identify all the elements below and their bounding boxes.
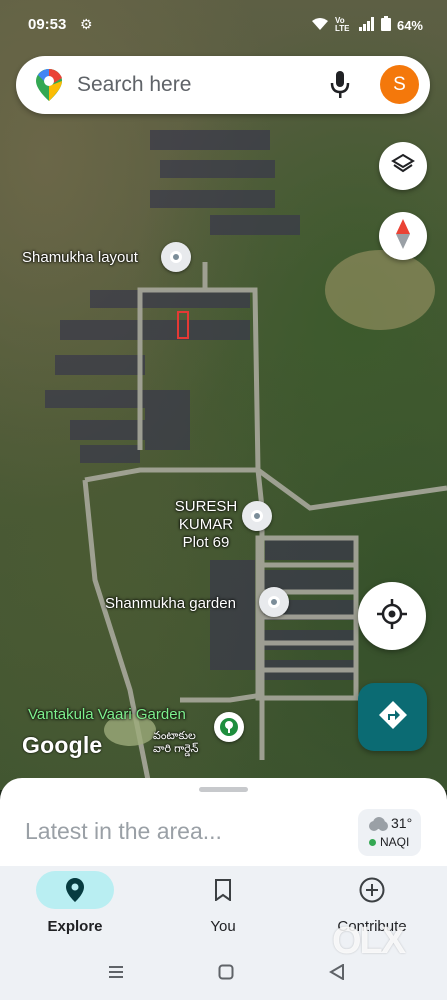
microphone-icon[interactable] [330,71,350,99]
weather-temperature: 31° [391,815,413,831]
place-label[interactable]: SURESH KUMAR Plot 69 [172,498,240,552]
layers-icon [391,152,415,181]
sheet-title: Latest in the area... [25,818,222,844]
nav-you[interactable]: You [163,866,283,946]
battery-icon [380,16,391,34]
place-label[interactable]: Vantakula Vaari Garden [28,706,186,724]
weather-chip[interactable]: 31° NAQI [358,809,421,856]
bookmark-icon [214,879,232,906]
directions-button[interactable] [358,683,427,751]
layers-button[interactable] [379,142,427,190]
status-bar: 09:53 ⚙ Vo LTE 64% [0,0,447,50]
account-avatar[interactable]: S [380,65,419,104]
settings-gear-icon: ⚙ [80,16,93,32]
battery-level: 64% [396,17,423,33]
wifi-icon [311,17,329,34]
aqi-label: NAQI [380,835,410,849]
park-marker-icon[interactable] [214,712,244,742]
my-location-button[interactable] [358,582,426,650]
place-marker-icon[interactable] [259,587,289,617]
directions-icon [378,700,408,735]
crosshair-icon [377,598,407,634]
bottom-sheet[interactable]: Latest in the area... 31° NAQI [0,778,447,866]
google-attribution: Google [22,732,103,758]
place-label-telugu: వంటాకుల వారి గార్డెన్ [153,730,199,755]
nav-explore[interactable]: Explore [15,866,135,946]
back-icon[interactable] [329,963,345,985]
compass-icon [395,218,411,254]
drag-handle[interactable] [199,787,248,792]
compass-button[interactable] [379,212,427,260]
place-marker-icon[interactable] [242,501,272,531]
cloud-icon [368,817,388,831]
recent-apps-icon[interactable] [108,964,124,985]
home-icon[interactable] [218,964,234,985]
place-label[interactable]: Shamukha layout [22,249,138,267]
status-indicators: Vo LTE 64% [311,16,423,34]
place-label[interactable]: Shanmukha garden [105,595,236,613]
explore-pin-icon [66,878,84,907]
map-roads-layer [45,130,447,790]
nav-label: Explore [47,918,103,935]
network-type: Vo LTE [334,16,350,33]
search-bar[interactable]: Search here S [16,56,430,114]
aqi-status-dot [369,839,376,846]
nav-label: You [210,918,236,935]
google-maps-logo-icon [36,69,62,101]
signal-icon [358,16,375,34]
satellite-map[interactable] [0,0,447,790]
status-time: 09:53 [28,16,67,33]
place-marker-icon[interactable] [161,242,191,272]
olx-watermark: OLX [332,920,406,962]
search-input[interactable]: Search here [77,73,191,97]
add-circle-icon [359,877,385,908]
